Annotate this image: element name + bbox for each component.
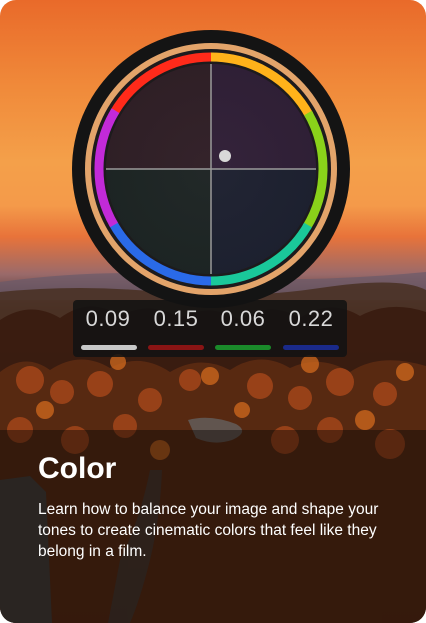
blue-value: 0.22 xyxy=(288,306,334,331)
color-values-panel: 0.09 0.15 0.06 0.22 xyxy=(73,300,347,357)
green-value: 0.06 xyxy=(220,306,266,331)
luma-value: 0.09 xyxy=(85,306,131,331)
blue-bar xyxy=(283,345,339,350)
luma-bar xyxy=(81,345,137,350)
card-title: Color xyxy=(38,452,117,485)
red-bar xyxy=(148,345,204,350)
card-description: Learn how to balance your image and shap… xyxy=(38,501,379,560)
color-course-card[interactable]: 0.09 0.15 0.06 0.22 Color Learn how to b… xyxy=(0,0,426,623)
red-value: 0.15 xyxy=(153,306,199,331)
wheel-handle[interactable] xyxy=(219,150,231,162)
color-wheel[interactable] xyxy=(70,28,352,310)
green-bar xyxy=(215,345,271,350)
